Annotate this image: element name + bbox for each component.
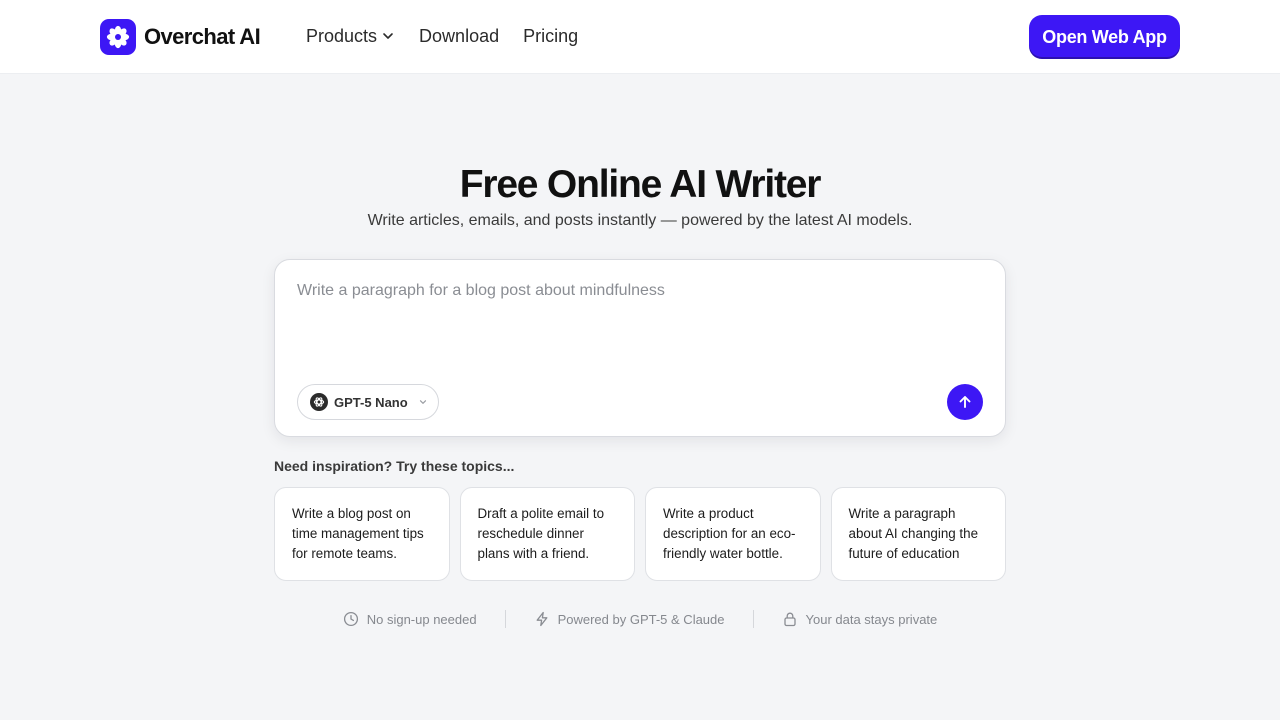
feature-label: No sign-up needed xyxy=(366,611,477,627)
nav-pricing[interactable]: Pricing xyxy=(523,26,578,47)
nav-products-label: Products xyxy=(306,25,378,46)
nav-download[interactable]: Download xyxy=(419,26,499,47)
feature-no-signup: No sign-up needed xyxy=(343,611,477,627)
feature-privacy: Your data stays private xyxy=(782,611,938,627)
brand-logo[interactable]: Overchat AI xyxy=(100,18,261,55)
prompt-input[interactable] xyxy=(297,282,977,372)
suggestion-text: Write a paragraph about AI changing the … xyxy=(848,506,979,561)
divider xyxy=(752,610,754,628)
lightning-icon xyxy=(534,611,550,627)
flower-logo-icon xyxy=(100,18,136,55)
main-nav: Products Download Pricing xyxy=(306,24,578,48)
inspiration-heading: Need inspiration? Try these topics... xyxy=(274,458,515,474)
suggestion-card[interactable]: Write a blog post on time management tip… xyxy=(274,487,450,581)
nav-pricing-label: Pricing xyxy=(523,25,579,46)
openai-model-icon xyxy=(310,393,328,411)
suggestion-text: Write a product description for an eco-f… xyxy=(663,506,796,561)
model-selector[interactable]: GPT-5 Nano xyxy=(297,384,439,420)
nav-download-label: Download xyxy=(419,25,500,46)
clock-icon xyxy=(343,611,359,627)
brand-name: Overchat AI xyxy=(144,23,261,49)
feature-label: Powered by GPT-5 & Claude xyxy=(557,611,725,627)
suggestion-card[interactable]: Draft a polite email to reschedule dinne… xyxy=(459,487,635,581)
arrow-up-icon xyxy=(957,394,973,410)
model-label: GPT-5 Nano xyxy=(334,394,408,410)
suggestion-cards: Write a blog post on time management tip… xyxy=(274,487,1006,581)
nav-products[interactable]: Products xyxy=(306,26,395,47)
feature-strip: No sign-up needed Powered by GPT-5 & Cla… xyxy=(0,608,1280,630)
chevron-down-icon xyxy=(418,397,428,407)
divider xyxy=(504,610,506,628)
page-subtitle: Write articles, emails, and posts instan… xyxy=(367,212,913,229)
page-title: Free Online AI Writer xyxy=(459,163,822,206)
prompt-box: GPT-5 Nano xyxy=(274,259,1006,437)
suggestion-card[interactable]: Write a paragraph about AI changing the … xyxy=(830,487,1006,581)
suggestion-card[interactable]: Write a product description for an eco-f… xyxy=(645,487,821,581)
top-header: Overchat AI Products Download Pricing Op… xyxy=(0,0,1280,74)
lock-icon xyxy=(782,611,798,627)
send-button[interactable] xyxy=(947,384,983,420)
open-web-app-button[interactable]: Open Web App xyxy=(1029,15,1180,59)
suggestion-text: Draft a polite email to reschedule dinne… xyxy=(477,506,605,561)
feature-powered-by: Powered by GPT-5 & Claude xyxy=(534,611,725,627)
chevron-down-icon xyxy=(381,29,395,43)
suggestion-text: Write a blog post on time management tip… xyxy=(292,506,424,561)
feature-label: Your data stays private xyxy=(805,611,938,627)
